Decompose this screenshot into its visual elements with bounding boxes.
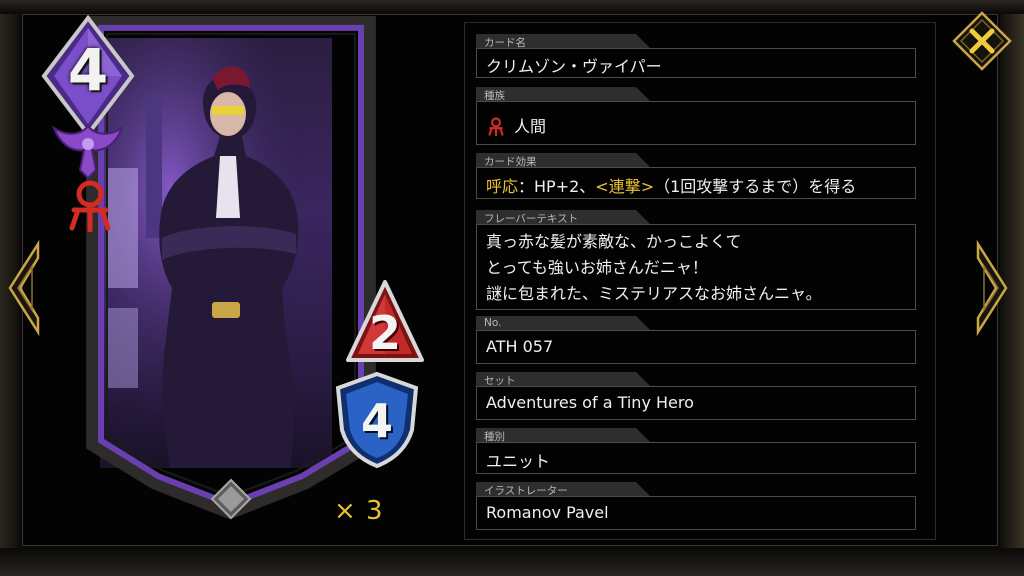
card-attack: 2 bbox=[368, 306, 401, 360]
field-label: No. bbox=[484, 317, 502, 329]
card-effect-value: 呼応：HP+2、<連撃>（1回攻撃するまで）を得る bbox=[486, 173, 856, 197]
close-icon bbox=[952, 11, 1012, 71]
tribe-emblem-icon bbox=[51, 124, 125, 180]
set-value: Adventures of a Tiny Hero bbox=[486, 393, 694, 412]
flavor-text: 真っ赤な髪が素敵な、かっこよくて とっても強いお姉さんだニャ！ 謎に包まれた、ミ… bbox=[486, 229, 822, 307]
race-human-icon bbox=[69, 180, 111, 232]
race-value: 人間 bbox=[514, 117, 547, 136]
chevron-left-icon bbox=[8, 239, 40, 337]
previous-card-button[interactable] bbox=[4, 239, 44, 337]
effect-text-tail: （1回攻撃するまで）を得る bbox=[654, 177, 857, 196]
rarity-gem-icon bbox=[210, 478, 252, 520]
flavor-line: とっても強いお姉さんだニャ！ bbox=[486, 258, 708, 277]
flavor-line: 謎に包まれた、ミステリアスなお姉さんニャ。 bbox=[486, 284, 822, 303]
effect-text: ：HP+2、 bbox=[518, 177, 596, 196]
race-value-row: 人間 bbox=[486, 113, 546, 137]
race-human-icon bbox=[488, 117, 504, 136]
copy-count: × 3 bbox=[334, 496, 384, 526]
background-bottom bbox=[0, 548, 1024, 576]
card-cost: 4 bbox=[67, 36, 109, 104]
chevron-right-icon bbox=[976, 239, 1008, 337]
card-number-value: ATH 057 bbox=[486, 337, 554, 356]
next-card-button[interactable] bbox=[972, 239, 1012, 337]
close-button[interactable] bbox=[951, 10, 1013, 72]
background-top bbox=[0, 0, 1024, 14]
effect-keyword: 呼応 bbox=[486, 177, 519, 196]
flavor-line: 真っ赤な髪が素敵な、かっこよくて bbox=[486, 232, 742, 251]
card-name-value: クリムゾン・ヴァイパー bbox=[486, 57, 662, 76]
effect-highlight: <連撃> bbox=[595, 177, 655, 196]
card-type-value: ユニット bbox=[486, 452, 551, 471]
illustrator-value: Romanov Pavel bbox=[486, 503, 609, 522]
card-hp: 4 bbox=[360, 394, 393, 448]
